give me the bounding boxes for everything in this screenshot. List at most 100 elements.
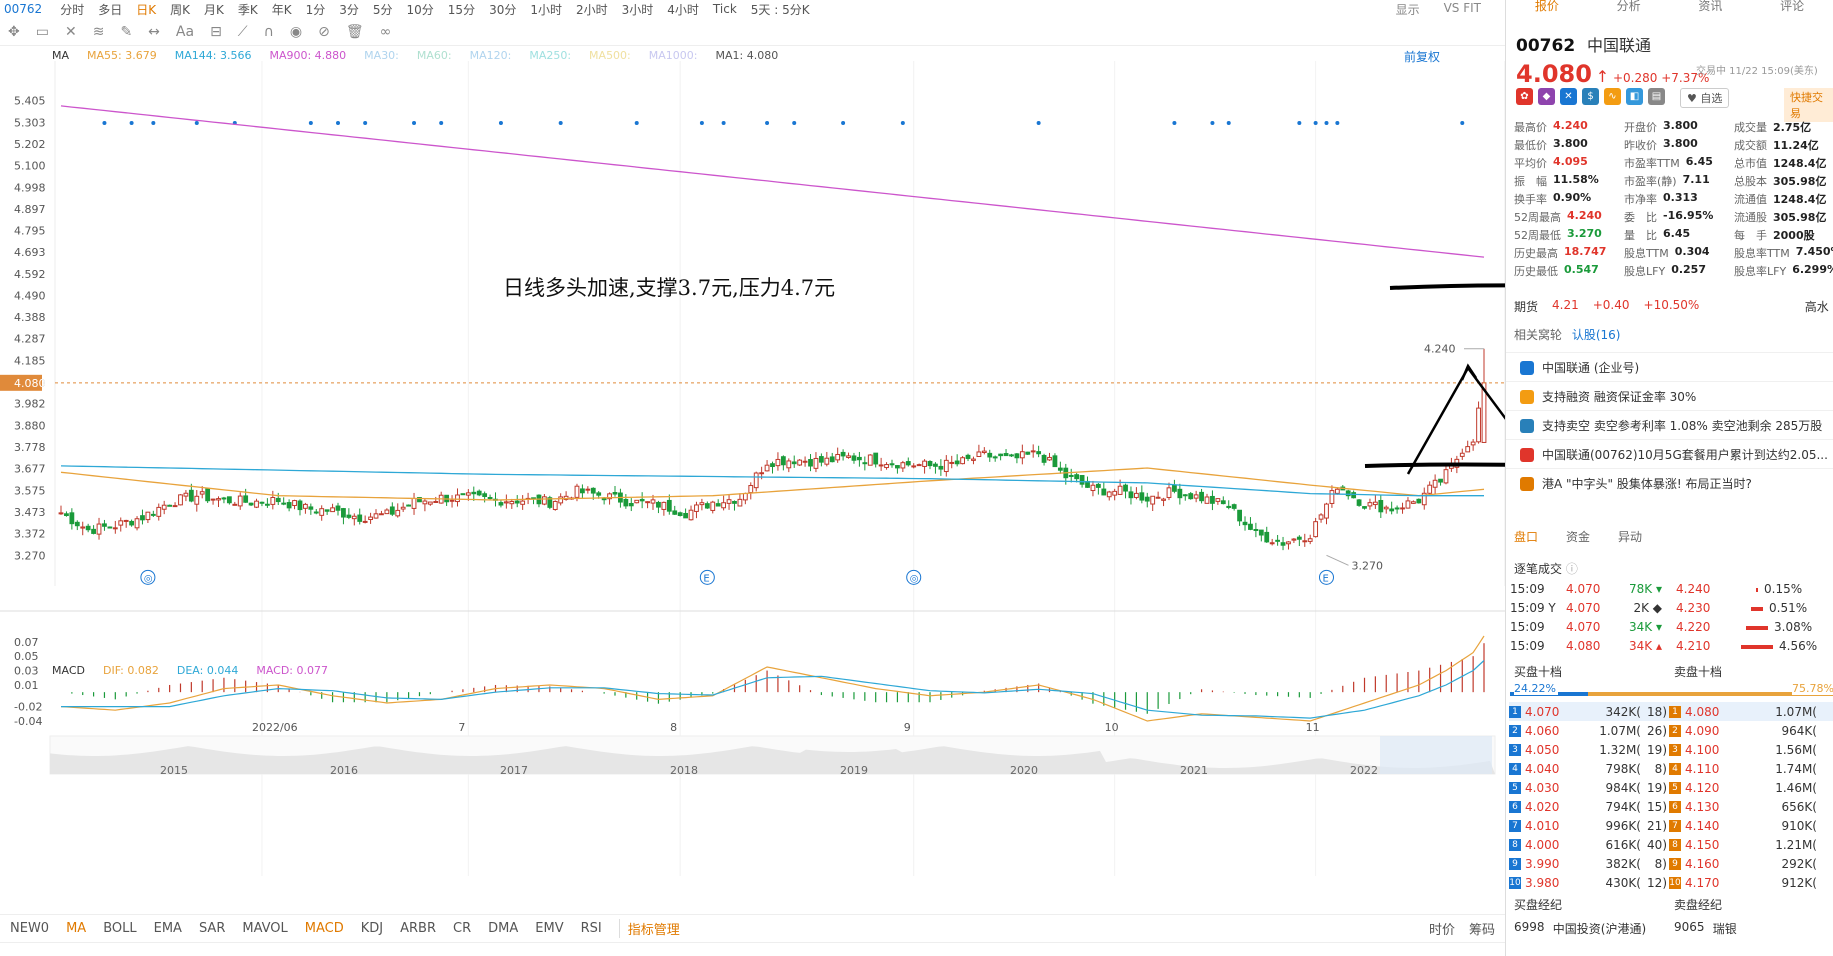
- indicator-ema[interactable]: EMA: [154, 921, 182, 936]
- event-dot[interactable]: [841, 121, 846, 125]
- period-9[interactable]: 5分: [373, 1, 393, 18]
- rectangle-tool-icon[interactable]: ▭: [36, 24, 49, 40]
- quote-tab-1[interactable]: 分析: [1588, 0, 1670, 13]
- navigator-window[interactable]: [1380, 736, 1492, 774]
- event-dot[interactable]: [129, 121, 134, 125]
- resistance-line[interactable]: [1389, 283, 1505, 290]
- cross-tool-icon[interactable]: ✕: [65, 24, 77, 40]
- period-1[interactable]: 多日: [98, 1, 122, 18]
- indicator-sar[interactable]: SAR: [199, 921, 225, 936]
- event-dot[interactable]: [792, 121, 797, 125]
- event-dot[interactable]: [308, 121, 313, 125]
- macd-name[interactable]: MACD: [52, 664, 85, 677]
- period-14[interactable]: 2小时: [576, 1, 608, 18]
- link-icon[interactable]: ∞: [380, 24, 392, 40]
- event-dot[interactable]: [102, 121, 107, 125]
- event-dot[interactable]: [1036, 121, 1041, 125]
- book-row[interactable]: 1 4.070 342K(18) 1 4.080 1.07M(: [1509, 702, 1833, 721]
- adjust-button[interactable]: 前复权: [1404, 48, 1440, 65]
- indicator-arbr[interactable]: ARBR: [400, 921, 436, 936]
- display-option-1[interactable]: VS FIT: [1444, 1, 1481, 18]
- book-row[interactable]: 5 4.030 984K(19) 5 4.120 1.46M(: [1509, 778, 1833, 797]
- book-row[interactable]: 4 4.040 798K(8) 4 4.110 1.74M(: [1509, 759, 1833, 778]
- event-dot[interactable]: [439, 121, 444, 125]
- event-dot[interactable]: [194, 121, 199, 125]
- event-dot[interactable]: [634, 121, 639, 125]
- book-row[interactable]: 9 3.990 382K(8) 9 4.160 292K(: [1509, 854, 1833, 873]
- news-item[interactable]: 中国联通 (企业号): [1506, 352, 1833, 382]
- trend-arrow-path[interactable]: [1406, 228, 1505, 475]
- book-row[interactable]: 2 4.060 1.07M(26) 2 4.090 964K(: [1509, 721, 1833, 740]
- support-line[interactable]: [1364, 462, 1505, 468]
- warrants-link[interactable]: 认股(16): [1572, 328, 1621, 342]
- warrant-icon[interactable]: ◆: [1538, 88, 1555, 105]
- book-row[interactable]: 10 3.980 430K(12) 10 4.170 912K(: [1509, 873, 1833, 892]
- indicator-kdj[interactable]: KDJ: [361, 921, 383, 936]
- period-5[interactable]: 季K: [238, 1, 258, 18]
- period-12[interactable]: 30分: [489, 1, 516, 18]
- line-tool-icon[interactable]: ⟋: [238, 24, 248, 40]
- broker-cell[interactable]: 瑞银: [1713, 920, 1833, 937]
- tag-icon[interactable]: ◧: [1626, 88, 1643, 105]
- quote-tab-3[interactable]: 评论: [1751, 0, 1833, 13]
- calendar-icon[interactable]: ▤: [1648, 88, 1665, 105]
- dollar-icon[interactable]: $: [1582, 88, 1599, 105]
- news-item[interactable]: 中国联通(00762)10月5G套餐用户累计到达约2.05...: [1506, 439, 1833, 469]
- news-item[interactable]: 港A "中字头" 股集体暴涨! 布局正当时?: [1506, 468, 1833, 498]
- symbol-label[interactable]: 00762: [4, 2, 42, 16]
- hide-icon[interactable]: ⊘: [318, 24, 330, 40]
- book-row[interactable]: 7 4.010 996K(21) 7 4.140 910K(: [1509, 816, 1833, 835]
- indicator-new0[interactable]: NEW0: [10, 921, 49, 936]
- period-18[interactable]: 5天 : 5分K: [751, 1, 810, 18]
- period-3[interactable]: 周K: [170, 1, 190, 18]
- period-17[interactable]: Tick: [713, 2, 737, 16]
- pen-tool-icon[interactable]: ✎: [120, 24, 132, 40]
- period-0[interactable]: 分时: [60, 1, 84, 18]
- event-dot[interactable]: [412, 121, 417, 125]
- period-13[interactable]: 1小时: [530, 1, 562, 18]
- event-dot[interactable]: [721, 121, 726, 125]
- chart-svg[interactable]: 5.4055.4055.3035.3035.2025.2025.1005.100…: [0, 46, 1505, 914]
- display-option-0[interactable]: 显示: [1396, 1, 1420, 18]
- indicator-ma[interactable]: MA: [66, 921, 86, 936]
- event-dot[interactable]: [498, 121, 503, 125]
- event-dot[interactable]: [1324, 121, 1329, 125]
- event-dot[interactable]: [1210, 121, 1215, 125]
- hk-flag-icon[interactable]: ✿: [1516, 88, 1533, 105]
- short-icon[interactable]: ✕: [1560, 88, 1577, 105]
- book-row[interactable]: 6 4.020 794K(15) 6 4.130 656K(: [1509, 797, 1833, 816]
- event-dot[interactable]: [900, 121, 905, 125]
- option-icon[interactable]: ∿: [1604, 88, 1621, 105]
- quick-trade-button[interactable]: 快捷交易: [1784, 88, 1833, 122]
- event-dot[interactable]: [335, 121, 340, 125]
- indicator-cr[interactable]: CR: [453, 921, 471, 936]
- event-dot[interactable]: [1172, 121, 1177, 125]
- order-tab-0[interactable]: 盘口: [1514, 528, 1538, 545]
- event-dot[interactable]: [151, 121, 156, 125]
- quote-tab-0[interactable]: 报价: [1506, 0, 1588, 13]
- measure-icon[interactable]: ⊟: [210, 24, 222, 40]
- period-8[interactable]: 3分: [339, 1, 359, 18]
- event-dot[interactable]: [1313, 121, 1318, 125]
- chart-mode-0[interactable]: 时价: [1429, 919, 1455, 938]
- period-10[interactable]: 10分: [407, 1, 434, 18]
- period-4[interactable]: 月K: [204, 1, 224, 18]
- period-6[interactable]: 年K: [272, 1, 292, 18]
- indicator-emv[interactable]: EMV: [535, 921, 563, 936]
- order-tab-1[interactable]: 资金: [1566, 528, 1590, 545]
- broker-cell[interactable]: 中国投资(沪港通): [1553, 920, 1674, 937]
- magnet-icon[interactable]: ∩: [264, 24, 274, 40]
- trash-icon[interactable]: 🗑: [346, 24, 364, 40]
- fib-tool-icon[interactable]: ≋: [93, 24, 105, 40]
- book-row[interactable]: 8 4.000 616K(40) 8 4.150 1.21M(: [1509, 835, 1833, 854]
- period-15[interactable]: 3小时: [622, 1, 654, 18]
- period-16[interactable]: 4小时: [667, 1, 699, 18]
- text-tool-icon[interactable]: Aa: [176, 24, 194, 40]
- event-dot[interactable]: [1226, 121, 1231, 125]
- event-dot[interactable]: [699, 121, 704, 125]
- period-2[interactable]: 日K: [136, 1, 156, 18]
- indicator-macd[interactable]: MACD: [305, 921, 344, 936]
- period-7[interactable]: 1分: [306, 1, 326, 18]
- book-row[interactable]: 3 4.050 1.32M(19) 3 4.100 1.56M(: [1509, 740, 1833, 759]
- indicator-manage-button[interactable]: 指标管理: [618, 919, 680, 938]
